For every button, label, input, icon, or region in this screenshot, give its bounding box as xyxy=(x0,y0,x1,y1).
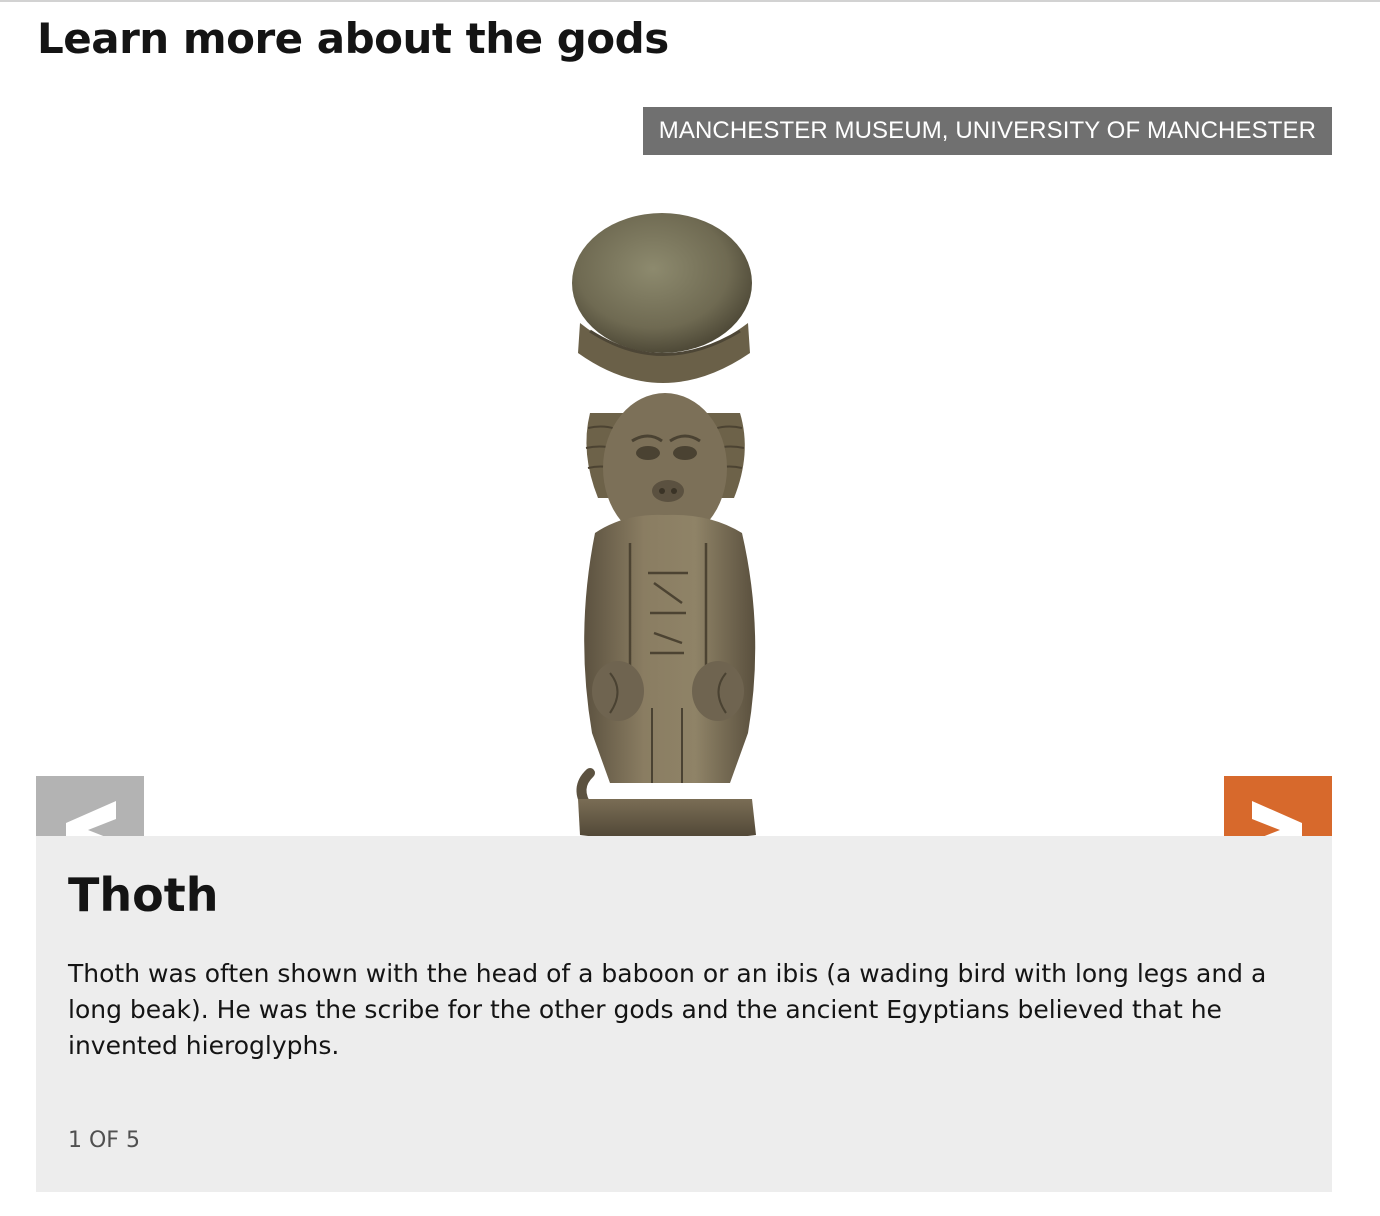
slide-description: Thoth was often shown with the head of a… xyxy=(68,959,1267,1060)
image-gallery: MANCHESTER MUSEUM, UNIVERSITY OF MANCHES… xyxy=(36,107,1332,1192)
top-divider xyxy=(0,0,1380,2)
thoth-amulet-image xyxy=(572,213,756,841)
gallery-image-area xyxy=(36,155,1332,884)
image-credit-badge: MANCHESTER MUSEUM, UNIVERSITY OF MANCHES… xyxy=(642,107,1332,155)
page-title: Learn more about the gods xyxy=(37,14,669,63)
slide-title: Thoth xyxy=(68,868,219,922)
slide-caption-panel: Thoth Thoth was often shown with the hea… xyxy=(36,836,1332,1192)
slide-counter: 1 OF 5 xyxy=(68,1128,140,1153)
